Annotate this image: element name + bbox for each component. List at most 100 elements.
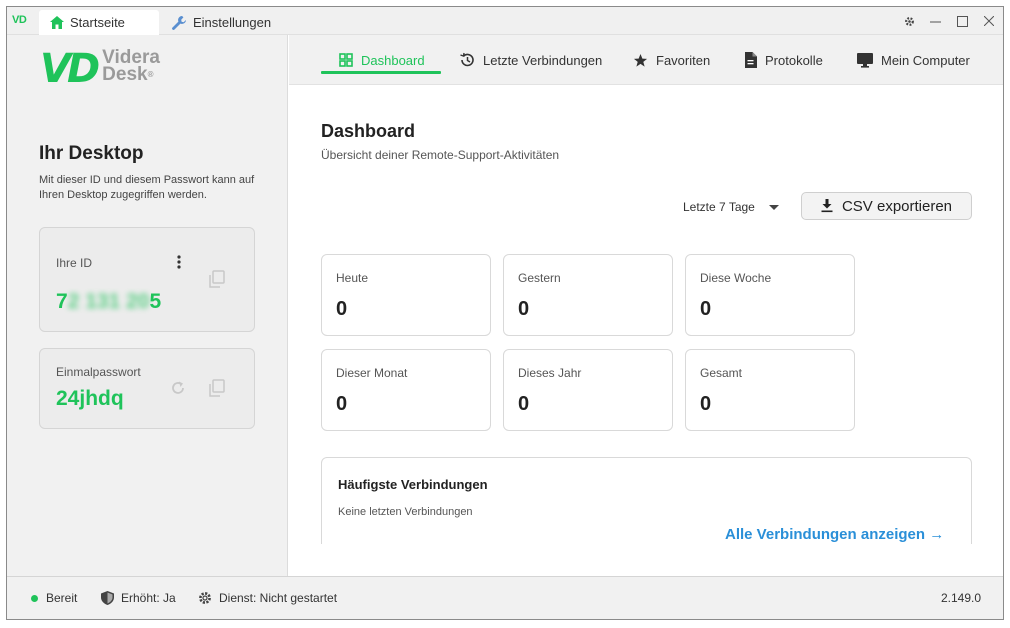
id-value-suffix: 5 (149, 290, 162, 313)
id-card: Ihre ID 72 131 205 (39, 227, 255, 332)
settings-gear-button[interactable] (901, 13, 917, 29)
status-service-text: Dienst: Nicht gestartet (219, 591, 338, 605)
nav-label: Favoriten (656, 52, 711, 68)
app-version: 2.149.0 (941, 591, 982, 605)
sidebar-description: Mit dieser ID und diesem Passwort kann a… (39, 174, 255, 201)
status-ready: Bereit (31, 591, 77, 605)
logo-mark: VD (40, 46, 100, 92)
active-tab-indicator (321, 71, 441, 74)
close-button[interactable] (981, 13, 997, 29)
range-dropdown[interactable]: Letzte 7 Tage (683, 200, 779, 214)
app-window: VD Startseite Einstellungen VD Videra De… (6, 6, 1004, 620)
password-value: 24jhdq (56, 387, 124, 410)
wrench-icon (172, 15, 186, 30)
stat-label: Heute (336, 271, 369, 285)
gear-icon (904, 16, 914, 26)
copy-icon (209, 379, 225, 397)
nav-label: Protokolle (765, 52, 823, 68)
csv-label: CSV exportieren (841, 197, 953, 215)
frequent-connections-card: Häufigste Verbindungen Keine letzten Ver… (321, 457, 972, 552)
refresh-icon (172, 381, 184, 394)
main-nav: Dashboard Letzte Verbindungen Favoriten … (289, 35, 1003, 85)
page-title: Dashboard (321, 121, 416, 141)
copy-password-button[interactable] (208, 379, 226, 400)
password-label: Einmalpasswort (56, 365, 141, 379)
stat-card-dieses-jahr: Dieses Jahr 0 (503, 349, 673, 431)
close-icon (984, 16, 994, 26)
status-elevated: Erhöht: Ja (101, 591, 176, 605)
history-icon (460, 52, 474, 67)
tab-label: Startseite (70, 15, 125, 30)
title-bar: VD Startseite Einstellungen (7, 7, 1003, 35)
csv-export-button[interactable]: CSV exportieren (801, 192, 972, 220)
status-elevated-text: Erhöht: Ja (121, 591, 176, 605)
frequent-empty-text: Keine letzten Verbindungen (338, 506, 473, 518)
shield-icon (101, 591, 114, 605)
app-logo: VD Videra Desk® (40, 46, 160, 92)
stat-value: 0 (336, 393, 348, 415)
frequent-title: Häufigste Verbindungen (338, 477, 488, 492)
id-value-hidden: 2 131 20 (67, 290, 150, 313)
copy-icon (209, 270, 225, 288)
status-ready-text: Bereit (46, 591, 78, 605)
grid-icon (339, 53, 353, 67)
stat-value: 0 (518, 393, 530, 415)
stat-value: 0 (336, 298, 348, 320)
nav-label: Letzte Verbindungen (483, 52, 603, 68)
logo-wordmark: Videra Desk® (102, 48, 160, 85)
password-card: Einmalpasswort 24jhdq (39, 348, 255, 429)
nav-letzte-verbindungen[interactable]: Letzte Verbindungen (459, 49, 602, 71)
stat-label: Diese Woche (700, 271, 772, 285)
monitor-icon (857, 52, 873, 68)
id-value-prefix: 7 (56, 290, 68, 313)
stat-card-diese-woche: Diese Woche 0 (685, 254, 855, 336)
panel-bottom-fill (289, 544, 1003, 576)
nav-favoriten[interactable]: Favoriten (633, 49, 710, 71)
stat-card-gestern: Gestern 0 (503, 254, 673, 336)
stat-label: Gesamt (700, 366, 743, 380)
stat-label: Gestern (518, 271, 561, 285)
page-subtitle: Übersicht deiner Remote-Support-Aktivitä… (321, 148, 560, 162)
show-all-connections-link[interactable]: Alle Verbindungen anzeigen → (725, 526, 944, 543)
nav-label: Mein Computer (881, 52, 970, 68)
status-bar: Bereit Erhöht: Ja Dienst: Nicht gestarte… (7, 576, 1003, 619)
minimize-button[interactable] (927, 13, 943, 29)
stat-card-heute: Heute 0 (321, 254, 491, 336)
minimize-icon (929, 21, 941, 22)
app-badge: VD (12, 14, 27, 26)
sidebar: VD Videra Desk® Ihr Desktop Mit dieser I… (7, 35, 288, 576)
stat-label: Dieses Jahr (518, 366, 582, 380)
nav-mein-computer[interactable]: Mein Computer (857, 49, 970, 71)
stat-label: Dieser Monat (336, 366, 408, 380)
dashboard-panel: Dashboard Übersicht deiner Remote-Suppor… (289, 85, 1003, 552)
tab-einstellungen[interactable]: Einstellungen (171, 10, 301, 35)
nav-label: Dashboard (361, 52, 425, 68)
stat-card-gesamt: Gesamt 0 (685, 349, 855, 431)
status-service: Dienst: Nicht gestartet (198, 591, 337, 605)
stat-card-dieser-monat: Dieser Monat 0 (321, 349, 491, 431)
home-icon (50, 16, 64, 29)
copy-id-button[interactable] (208, 270, 226, 291)
stat-value: 0 (518, 298, 530, 320)
nav-protokolle[interactable]: Protokolle (744, 49, 823, 71)
more-vertical-icon (177, 255, 181, 269)
refresh-password-button[interactable] (170, 380, 186, 399)
status-dot-icon (31, 594, 38, 602)
logo-word-2: Desk (102, 64, 148, 85)
logo-registered: ® (147, 70, 154, 79)
stat-value: 0 (700, 298, 712, 320)
id-label: Ihre ID (56, 256, 93, 270)
gear-icon (199, 592, 211, 604)
range-selected: Letzte 7 Tage (683, 200, 755, 214)
tab-startseite[interactable]: Startseite (39, 10, 159, 35)
sidebar-title: Ihr Desktop (39, 143, 144, 164)
stat-value: 0 (700, 393, 712, 415)
id-menu-button[interactable] (176, 254, 182, 270)
maximize-icon (956, 15, 968, 27)
tab-label: Einstellungen (193, 15, 272, 30)
maximize-button[interactable] (954, 13, 970, 29)
nav-dashboard[interactable]: Dashboard (339, 49, 425, 71)
id-value: 72 131 205 (56, 290, 161, 314)
star-icon (633, 53, 648, 67)
document-icon (745, 52, 757, 68)
